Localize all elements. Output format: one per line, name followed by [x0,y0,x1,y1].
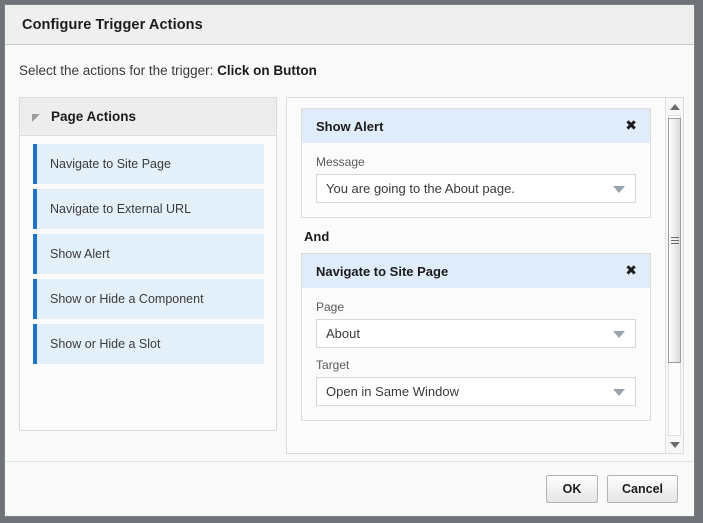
page-actions-title: Page Actions [51,109,137,124]
message-select[interactable]: You are going to the About page. [316,174,636,203]
dialog-footer: OK Cancel [5,461,694,516]
selected-actions-scroll-area: Show Alert ✖ Message You are going to th… [287,98,665,453]
action-item-label: Show or Hide a Component [50,292,204,306]
action-item-label: Navigate to External URL [50,202,192,216]
close-icon[interactable]: ✖ [625,119,637,133]
target-select[interactable]: Open in Same Window [316,377,636,406]
field-target: Target Open in Same Window [316,358,636,406]
scroll-up-arrow-icon [669,103,680,110]
chevron-down-icon [613,185,625,193]
page-actions-panel: Page Actions Navigate to Site Page Navig… [19,97,277,431]
action-card-title: Show Alert [316,118,384,134]
configure-trigger-actions-dialog: Configure Trigger Actions Select the act… [4,4,695,517]
action-item-navigate-to-site-page[interactable]: Navigate to Site Page [33,144,264,184]
action-card-body: Message You are going to the About page. [302,143,650,217]
action-card-show-alert: Show Alert ✖ Message You are going to th… [301,108,651,218]
field-label: Message [316,155,365,169]
scroll-up-button[interactable] [666,98,683,115]
action-item-label: Navigate to Site Page [50,157,171,171]
action-item-navigate-to-external-url[interactable]: Navigate to External URL [33,189,264,229]
scroll-down-button[interactable] [666,436,683,453]
page-select[interactable]: About [316,319,636,348]
instruction-text: Select the actions for the trigger: Clic… [19,63,317,78]
scroll-down-arrow-icon [669,441,680,448]
field-page: Page About [316,300,636,348]
field-message: Message You are going to the About page. [316,155,636,203]
ok-button[interactable]: OK [546,475,598,503]
action-card-body: Page About Target Open in Same Window [302,288,650,420]
field-label: Page [316,300,345,314]
select-value: You are going to the About page. [326,181,515,196]
action-item-show-or-hide-a-component[interactable]: Show or Hide a Component [33,279,264,319]
triangle-expanded-icon [32,113,40,122]
field-label: Target [316,358,350,372]
action-card-header: Show Alert ✖ [302,109,650,143]
scroll-thumb-grip-icon [670,236,679,245]
instruction-prefix: Select the actions for the trigger: [19,63,218,78]
scrollbar-thumb[interactable] [668,118,681,363]
action-card-title: Navigate to Site Page [316,263,449,279]
dialog-titlebar: Configure Trigger Actions [5,5,694,45]
chevron-down-icon [613,388,625,396]
page-actions-list: Navigate to Site Page Navigate to Extern… [20,136,276,377]
action-item-label: Show Alert [50,247,110,261]
conjunction-label: And [304,229,330,244]
action-card-navigate-to-site-page: Navigate to Site Page ✖ Page About Targe… [301,253,651,421]
cancel-button[interactable]: Cancel [607,475,678,503]
select-value: About [326,326,360,341]
action-item-show-or-hide-a-slot[interactable]: Show or Hide a Slot [33,324,264,364]
dialog-body: Select the actions for the trigger: Clic… [5,45,694,516]
action-item-show-alert[interactable]: Show Alert [33,234,264,274]
action-item-label: Show or Hide a Slot [50,337,161,351]
selected-actions-panel: Show Alert ✖ Message You are going to th… [286,97,684,454]
vertical-scrollbar[interactable] [665,98,683,453]
close-icon[interactable]: ✖ [625,264,637,278]
dialog-title: Configure Trigger Actions [22,16,203,33]
select-value: Open in Same Window [326,384,459,399]
chevron-down-icon [613,330,625,338]
instruction-trigger-name: Click on Button [217,63,317,78]
page-actions-header[interactable]: Page Actions [20,98,276,136]
action-card-header: Navigate to Site Page ✖ [302,254,650,288]
